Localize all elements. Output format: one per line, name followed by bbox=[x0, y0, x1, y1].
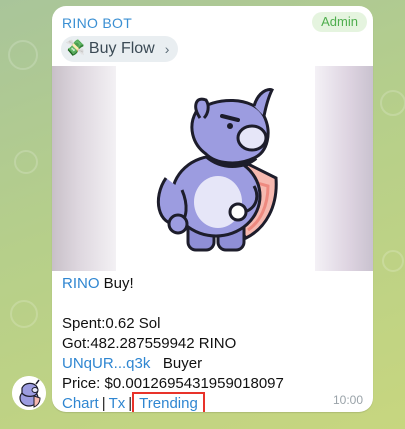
background-doodle bbox=[380, 90, 405, 116]
token-link[interactable]: RINO bbox=[62, 275, 100, 292]
link-separator: | bbox=[128, 395, 133, 412]
title-action: Buy! bbox=[99, 275, 134, 292]
got-line: Got:482.287559942 RINO bbox=[62, 335, 237, 352]
buy-flow-button[interactable]: 💸 Buy Flow › bbox=[61, 36, 179, 62]
message-text: RINO Buy! Spent:0.62 Sol Got:482.2875599… bbox=[62, 274, 362, 412]
admin-badge: Admin bbox=[312, 12, 367, 32]
price-line: Price: $0.0012695431959018097 bbox=[62, 375, 284, 392]
link-separator: | bbox=[101, 395, 106, 412]
sticker-media[interactable] bbox=[52, 66, 373, 271]
background-doodle bbox=[14, 150, 38, 174]
bot-avatar[interactable] bbox=[12, 376, 46, 410]
title-line: RINO Buy! bbox=[62, 274, 362, 294]
sender-name[interactable]: RINO BOT bbox=[62, 15, 132, 31]
message-bubble: RINO BOT Admin 💸 Buy Flow › RINO Buy! Sp… bbox=[52, 6, 373, 412]
wallet-link[interactable]: UNqUR...q3k bbox=[62, 355, 150, 372]
money-bag-icon: 💸 bbox=[65, 40, 85, 57]
chevron-right-icon: › bbox=[164, 41, 170, 57]
media-blur-right bbox=[315, 66, 373, 271]
links-line: Chart | Tx | Trending bbox=[62, 392, 362, 412]
background-doodle bbox=[382, 250, 404, 272]
message-time: 10:00 bbox=[332, 393, 363, 407]
trending-link[interactable]: Trending bbox=[132, 392, 205, 412]
background-doodle bbox=[8, 40, 38, 70]
spent-line: Spent:0.62 Sol bbox=[62, 315, 161, 332]
rhino-avatar-icon bbox=[12, 376, 46, 410]
background-doodle bbox=[10, 300, 38, 328]
chart-link[interactable]: Chart bbox=[62, 395, 99, 412]
tx-link[interactable]: Tx bbox=[109, 395, 126, 412]
media-blur-left bbox=[52, 66, 116, 271]
buy-flow-label: Buy Flow bbox=[88, 40, 155, 57]
wallet-role: Buyer bbox=[162, 355, 203, 372]
wallet-line: UNqUR...q3k Buyer bbox=[62, 354, 362, 374]
rhino-sticker-icon bbox=[156, 88, 278, 252]
